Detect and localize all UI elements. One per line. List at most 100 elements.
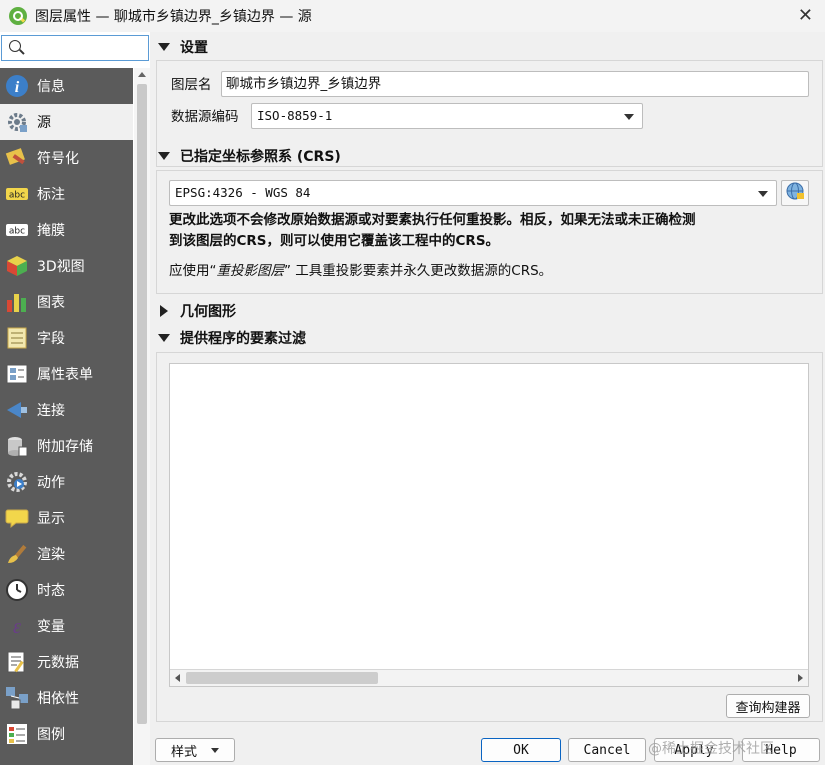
temporal-icon <box>5 578 29 602</box>
sidebar-item-label: 连接 <box>37 403 65 419</box>
sidebar-item-attributes-form[interactable]: 属性表单 <box>0 356 133 392</box>
sidebar-item-dependencies[interactable]: 相依性 <box>0 680 133 716</box>
actions-icon <box>5 470 29 494</box>
style-menu-button[interactable]: 样式 <box>155 738 235 762</box>
filter-horizontal-scrollbar[interactable] <box>170 669 808 686</box>
crs-hint-suffix: ” 工具重投影要素并永久更改数据源的CRS。 <box>284 263 553 279</box>
layer-name-field[interactable]: 聊城市乡镇边界_乡镇边界 <box>221 71 809 97</box>
sidebar-item-legend[interactable]: 图例 <box>0 716 133 752</box>
sidebar-item-label: 时态 <box>37 583 65 599</box>
ok-button[interactable]: OK <box>481 738 561 762</box>
encoding-label: 数据源编码 <box>171 109 239 125</box>
sidebar-item-label: 图表 <box>37 295 65 311</box>
window-title: 图层属性 — 聊城市乡镇边界_乡镇边界 — 源 <box>35 9 312 25</box>
info-icon: i <box>5 74 29 98</box>
qgis-logo-icon <box>9 7 27 25</box>
crs-value: EPSG:4326 - WGS 84 <box>175 185 311 200</box>
sidebar-item-label: 信息 <box>37 79 65 95</box>
encoding-value: ISO-8859-1 <box>257 108 333 123</box>
close-icon[interactable]: ✕ <box>798 6 813 26</box>
sidebar-item-metadata[interactable]: 元数据 <box>0 644 133 680</box>
sidebar-item-label: 图例 <box>37 727 65 743</box>
crs-selector-button[interactable] <box>781 180 809 206</box>
sidebar-item-label: 掩膜 <box>37 223 65 239</box>
crs-warning: 更改此选项不会修改原始数据源或对要素执行任何重投影。相反，如果无法或未正确检测 … <box>169 210 814 252</box>
sidebar-item-label: 符号化 <box>37 151 79 167</box>
crs-warning-line2: 到该图层的CRS，则可以使用它覆盖该工程中的CRS。 <box>169 233 500 249</box>
display-icon <box>5 506 29 530</box>
style-button-label: 样式 <box>170 744 197 760</box>
sidebar-item-info[interactable]: i 信息 <box>0 68 133 104</box>
3d-view-icon <box>5 254 29 278</box>
section-title: 几何图形 <box>180 304 236 320</box>
variables-icon: ε <box>5 614 29 638</box>
sidebar-item-label: 渲染 <box>37 547 65 563</box>
section-title: 设置 <box>180 40 208 56</box>
joins-icon <box>5 398 29 422</box>
crs-hint-prefix: 应使用“ <box>169 263 217 279</box>
settings-section-header[interactable]: 设置 <box>154 36 208 58</box>
sidebar-item-label: 标注 <box>37 187 65 203</box>
sidebar-item-temporal[interactable]: 时态 <box>0 572 133 608</box>
sidebar-item-fields[interactable]: 字段 <box>0 320 133 356</box>
metadata-icon <box>5 650 29 674</box>
svg-text:abc: abc <box>9 227 25 237</box>
collapse-arrow-icon <box>158 43 170 51</box>
sidebar-nav: i 信息 源 符号化 abc 标注 abc 掩膜 3D视图 图表 字段 属性表单… <box>0 68 133 765</box>
sidebar-item-mask[interactable]: abc 掩膜 <box>0 212 133 248</box>
sidebar-item-diagram[interactable]: 图表 <box>0 284 133 320</box>
collapse-arrow-icon <box>158 152 170 160</box>
sidebar-item-label: 动作 <box>37 475 65 491</box>
source-icon <box>5 110 29 134</box>
scroll-up-icon[interactable] <box>138 72 146 77</box>
sidebar-item-label: 变量 <box>37 619 65 635</box>
expand-arrow-icon <box>160 305 168 317</box>
legend-icon <box>5 722 29 746</box>
crs-warning-line1: 更改此选项不会修改原始数据源或对要素执行任何重投影。相反，如果无法或未正确检测 <box>169 212 696 228</box>
filter-expression-area[interactable] <box>169 363 809 687</box>
scroll-left-icon[interactable] <box>175 674 180 682</box>
crs-group: EPSG:4326 - WGS 84 更改此选项不会修改原始数据源或对要素执行任… <box>156 170 823 294</box>
section-title: 已指定坐标参照系 (CRS) <box>180 149 341 165</box>
scroll-right-icon[interactable] <box>798 674 803 682</box>
encoding-select[interactable]: ISO-8859-1 <box>251 103 643 129</box>
filter-section-header[interactable]: 提供程序的要素过滤 <box>154 327 306 349</box>
search-input[interactable] <box>1 35 149 61</box>
watermark: @稀土掘金技术社区 <box>648 741 774 757</box>
cancel-button[interactable]: Cancel <box>568 738 646 762</box>
sidebar-item-symbology[interactable]: 符号化 <box>0 140 133 176</box>
sidebar-scrollbar[interactable] <box>134 68 150 765</box>
auxiliary-storage-icon <box>5 434 29 458</box>
crs-select[interactable]: EPSG:4326 - WGS 84 <box>169 180 777 206</box>
chevron-down-icon <box>211 747 219 753</box>
query-builder-button[interactable]: 查询构建器 <box>726 694 810 718</box>
diagram-icon <box>5 290 29 314</box>
sidebar-item-rendering[interactable]: 渲染 <box>0 536 133 572</box>
reproject-tool-name: 重投影图层 <box>216 263 285 279</box>
svg-text:ε: ε <box>13 616 21 638</box>
geometry-section-header[interactable]: 几何图形 <box>154 300 236 322</box>
sidebar-item-source[interactable]: 源 <box>0 104 133 140</box>
crs-section-header[interactable]: 已指定坐标参照系 (CRS) <box>154 145 341 167</box>
scrollbar-thumb[interactable] <box>137 84 147 724</box>
main-panel: 设置 图层名 聊城市乡镇边界_乡镇边界 数据源编码 ISO-8859-1 已指定… <box>154 32 825 765</box>
sidebar-item-label: 附加存储 <box>37 439 93 455</box>
sidebar-item-variables[interactable]: ε 变量 <box>0 608 133 644</box>
sidebar-item-label: 相依性 <box>37 691 79 707</box>
scrollbar-thumb[interactable] <box>186 672 378 684</box>
crs-hint: 应使用“重投影图层” 工具重投影要素并永久更改数据源的CRS。 <box>169 259 552 279</box>
rendering-icon <box>5 542 29 566</box>
sidebar-item-auxiliary-storage[interactable]: 附加存储 <box>0 428 133 464</box>
sidebar-item-joins[interactable]: 连接 <box>0 392 133 428</box>
sidebar-item-display[interactable]: 显示 <box>0 500 133 536</box>
chevron-down-icon <box>624 114 634 120</box>
filter-group: 查询构建器 <box>156 352 823 722</box>
sidebar-item-labels[interactable]: abc 标注 <box>0 176 133 212</box>
sidebar-item-label: 3D视图 <box>37 259 85 275</box>
sidebar-item-3d-view[interactable]: 3D视图 <box>0 248 133 284</box>
svg-text:i: i <box>15 79 20 96</box>
dependencies-icon <box>5 686 29 710</box>
collapse-arrow-icon <box>158 334 170 342</box>
sidebar-item-actions[interactable]: 动作 <box>0 464 133 500</box>
symbology-icon <box>5 146 29 170</box>
